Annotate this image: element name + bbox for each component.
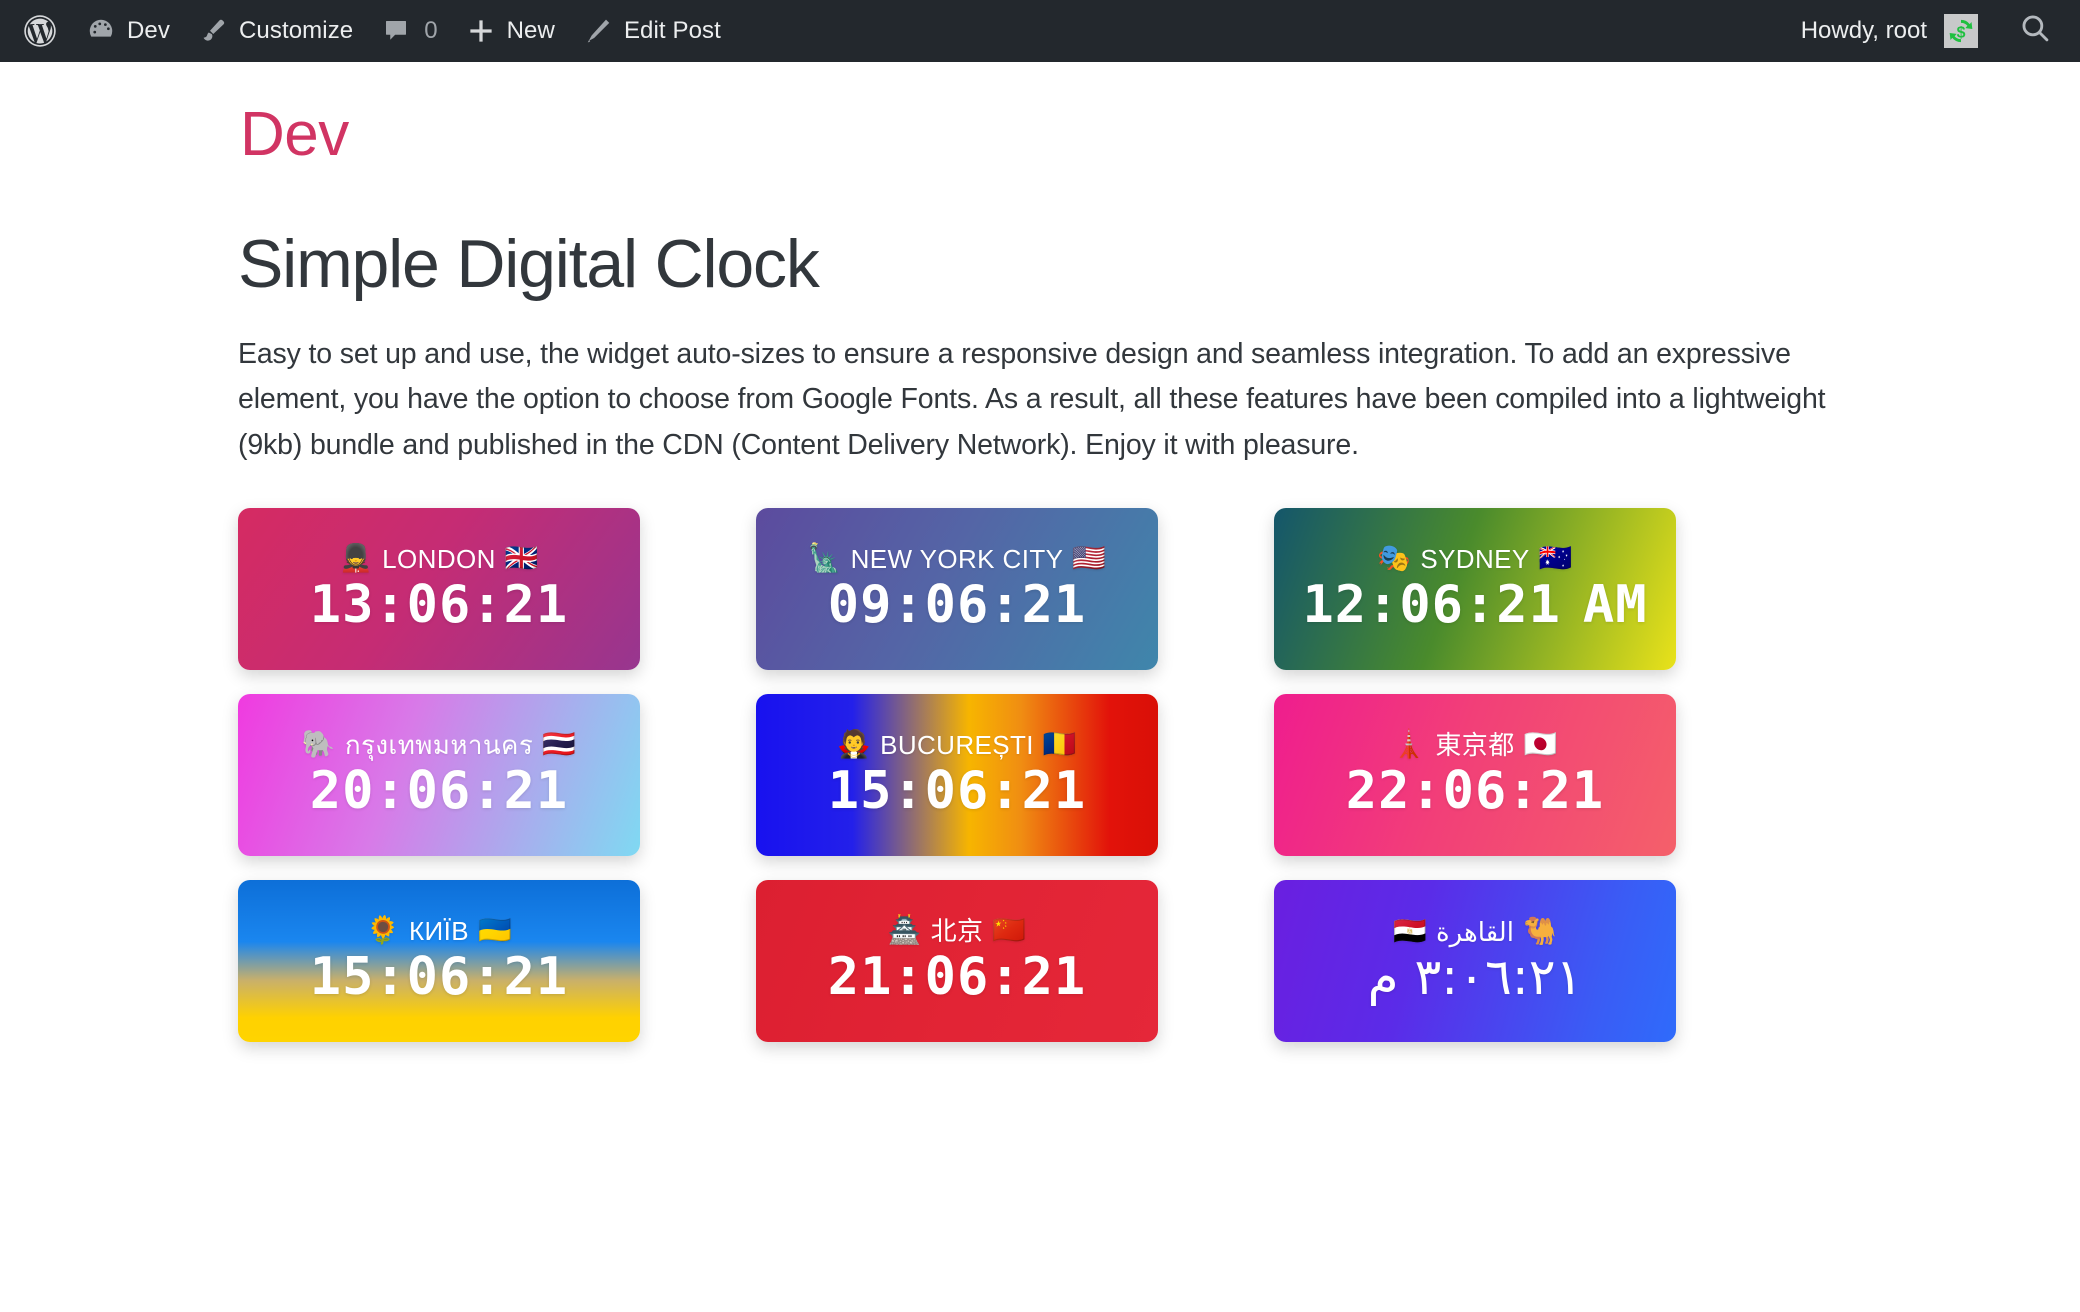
city-emoji-icon: 🗼	[1392, 729, 1427, 760]
clock-time: 09:06:21	[828, 578, 1086, 633]
city-emoji-icon: 🏯	[887, 915, 922, 946]
admin-bar-left-group: Dev Customize 0 New Edit Post	[8, 0, 735, 62]
country-flag-icon: 🇺🇸	[1072, 543, 1107, 574]
clock-time: 15:06:21	[828, 764, 1086, 819]
clock-label: 🐫 القاهرة 🇪🇬	[1393, 918, 1557, 945]
clock-time-value: 12:06:21	[1302, 575, 1561, 636]
country-flag-icon: 🇹🇭	[542, 729, 577, 760]
avatar: $	[1944, 14, 1978, 48]
country-flag-icon: 🇪🇬	[1393, 916, 1428, 947]
new-label: New	[506, 17, 555, 44]
clock-card-london[interactable]: 💂 LONDON 🇬🇧 13:06:21	[238, 508, 640, 671]
country-flag-icon: 🇺🇦	[478, 915, 513, 946]
clock-time-value: 20:06:21	[309, 761, 569, 822]
clock-time: 20:06:21	[310, 764, 568, 819]
comment-bubble-icon	[381, 16, 411, 46]
clock-time: 15:06:21	[310, 950, 568, 1005]
city-name: SYDNEY	[1420, 543, 1530, 574]
admin-bar-right-group: Howdy, root $	[1787, 0, 2058, 62]
clock-time-value: 22:06:21	[1345, 761, 1605, 822]
clock-time-value: 13:06:21	[309, 575, 569, 636]
clock-time-value: ٣:٠٦:٢١ م	[1367, 948, 1583, 1007]
clock-time: 22:06:21	[1346, 764, 1604, 819]
city-emoji-icon: 🧛	[837, 729, 872, 760]
country-flag-icon: 🇯🇵	[1523, 729, 1558, 760]
clock-grid: 💂 LONDON 🇬🇧 13:06:21 🗽 NEW YORK CITY 🇺🇸 09:06:2…	[238, 508, 1678, 1043]
clock-time-value: 09:06:21	[827, 575, 1087, 636]
wp-admin-bar: Dev Customize 0 New Edit Post Howdy, roo…	[0, 0, 2080, 62]
clock-label: 🗼 東京都 🇯🇵	[1392, 731, 1557, 758]
clock-time-value: 21:06:21	[827, 947, 1087, 1008]
dashboard-icon	[86, 16, 116, 46]
pencil-icon	[583, 16, 613, 46]
clock-time: 13:06:21	[310, 578, 568, 633]
clock-label: 🐘 กรุงเทพมหานคร 🇹🇭	[302, 731, 576, 758]
country-flag-icon: 🇷🇴	[1042, 729, 1077, 760]
clock-time-value: 15:06:21	[827, 761, 1087, 822]
svg-text:$: $	[1957, 25, 1966, 42]
clock-time: ٣:٠٦:٢١ م	[1368, 951, 1583, 1004]
clock-card-new-york-city[interactable]: 🗽 NEW YORK CITY 🇺🇸 09:06:21	[756, 508, 1158, 671]
city-name: 東京都	[1435, 729, 1515, 760]
clock-label: 🧛 BUCUREȘTI 🇷🇴	[837, 731, 1077, 758]
site-name-label: Dev	[127, 17, 170, 44]
howdy-label: Howdy, root	[1800, 17, 1927, 44]
clock-card-cairo[interactable]: 🐫 القاهرة 🇪🇬 ٣:٠٦:٢١ م	[1274, 880, 1676, 1043]
clock-card-kyiv[interactable]: 🌻 КИЇВ 🇺🇦 15:06:21	[238, 880, 640, 1043]
city-name: BUCUREȘTI	[880, 729, 1034, 760]
comments-count: 0	[424, 17, 438, 44]
paintbrush-icon	[198, 16, 228, 46]
post-description: Easy to set up and use, the widget auto-…	[238, 337, 1826, 461]
plus-icon	[466, 16, 496, 46]
clock-label: 💂 LONDON 🇬🇧	[339, 545, 539, 572]
post-content: Simple Digital Clock Easy to set up and …	[0, 226, 1900, 1043]
city-emoji-icon: 🎭	[1377, 543, 1412, 574]
city-name: NEW YORK CITY	[850, 543, 1064, 574]
city-name: КИЇВ	[409, 915, 469, 946]
clock-label: 🌻 КИЇВ 🇺🇦	[366, 917, 512, 944]
site-name-menu-item[interactable]: Dev	[72, 0, 184, 62]
city-name: LONDON	[382, 543, 496, 574]
customize-menu-item[interactable]: Customize	[184, 0, 367, 62]
page-title: Simple Digital Clock	[238, 225, 820, 302]
city-emoji-icon: 🌻	[365, 915, 400, 946]
city-name: 北京	[930, 915, 984, 946]
city-emoji-icon: 🗽	[807, 543, 842, 574]
clock-card-tokyo[interactable]: 🗼 東京都 🇯🇵 22:06:21	[1274, 694, 1676, 857]
clock-label: 🗽 NEW YORK CITY 🇺🇸	[808, 545, 1107, 572]
clock-card-bucuresti[interactable]: 🧛 BUCUREȘTI 🇷🇴 15:06:21	[756, 694, 1158, 857]
clock-time-value: 15:06:21	[309, 947, 569, 1008]
clock-time: 12:06:21 AM	[1302, 578, 1647, 633]
country-flag-icon: 🇦🇺	[1538, 543, 1573, 574]
my-account-menu-item[interactable]: Howdy, root $	[1787, 0, 1992, 62]
city-emoji-icon: 🐫	[1522, 916, 1557, 947]
edit-post-label: Edit Post	[623, 17, 721, 44]
comments-menu-item[interactable]: 0	[367, 0, 451, 62]
country-flag-icon: 🇬🇧	[504, 543, 539, 574]
clock-time: 21:06:21	[828, 950, 1086, 1005]
clock-card-beijing[interactable]: 🏯 北京 🇨🇳 21:06:21	[756, 880, 1158, 1043]
city-name: القاهرة	[1436, 916, 1514, 947]
city-emoji-icon: 💂	[339, 543, 374, 574]
clock-label: 🏯 北京 🇨🇳	[888, 917, 1027, 944]
site-title[interactable]: Dev	[0, 62, 349, 174]
clock-card-sydney[interactable]: 🎭 SYDNEY 🇦🇺 12:06:21 AM	[1274, 508, 1676, 671]
search-icon	[2018, 11, 2052, 52]
country-flag-icon: 🇨🇳	[992, 915, 1027, 946]
edit-post-menu-item[interactable]: Edit Post	[569, 0, 735, 62]
wordpress-logo-icon	[22, 13, 58, 49]
city-name: กรุงเทพมหานคร	[344, 729, 534, 760]
wp-logo-menu-item[interactable]	[8, 0, 72, 62]
city-emoji-icon: 🐘	[301, 729, 336, 760]
customize-label: Customize	[238, 17, 354, 44]
site-content: Dev Simple Digital Clock Easy to set up …	[0, 62, 2080, 1043]
clock-label: 🎭 SYDNEY 🇦🇺	[1377, 545, 1572, 572]
clock-ampm: AM	[1582, 575, 1648, 636]
new-content-menu-item[interactable]: New	[452, 0, 569, 62]
admin-bar-search[interactable]	[1992, 11, 2058, 52]
clock-card-bangkok[interactable]: 🐘 กรุงเทพมหานคร 🇹🇭 20:06:21	[238, 694, 640, 857]
